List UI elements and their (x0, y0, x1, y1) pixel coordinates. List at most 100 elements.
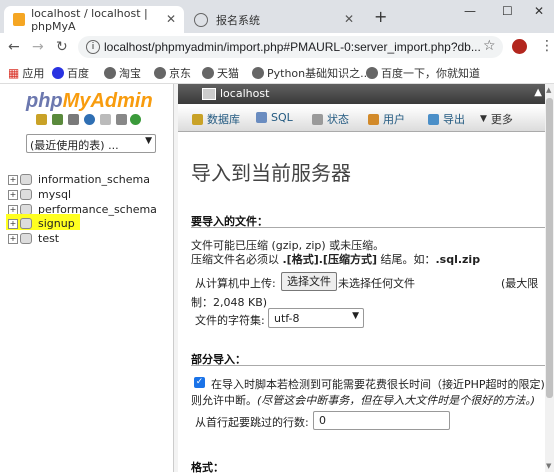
bookmark-python[interactable]: Python基础知识之... (252, 65, 371, 81)
filename-note: 压缩文件名必须以 .[格式].[压缩方式] 结尾。如：.sql.zip (191, 253, 481, 266)
address-bar[interactable]: i localhost/phpmyadmin/import.php#PMAURL… (78, 36, 503, 58)
navigation-panel: phpMyAdmin (最近使用的表) ... ▼ + information_… (0, 84, 173, 472)
upload-label: 从计算机中上传: (195, 277, 276, 290)
globe-icon (252, 67, 264, 79)
bookmarks-bar: ▦ 应用 百度 淘宝 京东 天猫 Python基础知识之... 百度一下，你就知道 (0, 61, 554, 84)
profile-avatar-icon[interactable] (512, 39, 527, 54)
browser-tab[interactable]: 报名系统 ✕ (186, 6, 362, 33)
browser-tab-active[interactable]: localhost / localhost | phpMyA ✕ (4, 6, 184, 33)
globe-icon (104, 67, 116, 79)
close-icon[interactable]: ✕ (166, 12, 176, 26)
skip-rows-input[interactable]: 0 (313, 411, 450, 430)
server-tabs: 数据库 SQL 状态 用户 导出 ▼ 更多 (178, 106, 554, 132)
users-icon (368, 113, 379, 125)
scroll-thumb[interactable] (546, 98, 553, 398)
expand-icon[interactable]: + (8, 174, 18, 185)
database-icon (20, 189, 32, 200)
chevron-down-icon: ▼ (145, 136, 152, 146)
menu-icon[interactable]: ⋮ (540, 38, 554, 54)
reload-icon[interactable]: ↻ (56, 39, 68, 55)
page-title: 导入到当前服务器 (191, 163, 351, 185)
bookmark-star-icon[interactable]: ☆ (483, 38, 496, 54)
bookmark-baidu[interactable]: 百度 (52, 65, 89, 81)
allow-interrupt-checkbox[interactable]: ✓ (194, 377, 205, 388)
db-item-signup[interactable]: + signup (8, 217, 75, 230)
docs-icon[interactable] (100, 114, 111, 125)
bookmark-tmall[interactable]: 天猫 (202, 65, 239, 81)
window-close-icon[interactable]: ✕ (534, 4, 544, 18)
back-icon[interactable]: ← (8, 39, 20, 55)
new-tab-button[interactable]: + (374, 7, 387, 26)
info-icon[interactable]: i (86, 40, 100, 54)
apps-grid-icon: ▦ (8, 66, 20, 80)
db-item-test[interactable]: + test (8, 232, 59, 245)
tab-export[interactable]: 导出 (428, 111, 465, 127)
database-icon (192, 113, 203, 125)
scroll-down-icon[interactable]: ▼ (546, 462, 551, 470)
database-icon (20, 174, 32, 185)
collapse-icon[interactable]: ▲ (534, 87, 542, 98)
chevron-down-icon: ▼ (352, 311, 359, 321)
section-divider (191, 365, 546, 366)
expand-icon[interactable]: + (8, 204, 18, 215)
format-section-heading: 格式： (191, 461, 224, 474)
bookmark-baidu-search[interactable]: 百度一下，你就知道 (366, 65, 480, 81)
home-icon[interactable] (36, 114, 47, 125)
scrollbar[interactable]: ▲ ▼ (545, 84, 554, 472)
query-window-icon[interactable] (68, 114, 79, 125)
skip-rows-label: 从首行起要跳过的行数: (195, 416, 309, 429)
tab-databases[interactable]: 数据库 (192, 111, 240, 127)
globe-icon (154, 67, 166, 79)
tab-status[interactable]: 状态 (312, 111, 349, 127)
minimize-icon[interactable]: — (464, 4, 476, 18)
tab-users[interactable]: 用户 (368, 111, 405, 127)
url-text: localhost/phpmyadmin/import.php#PMAURL-0… (104, 40, 481, 54)
bookmark-taobao[interactable]: 淘宝 (104, 65, 141, 81)
tab-sql[interactable]: SQL (256, 111, 293, 124)
charset-label: 文件的字符集: (195, 314, 265, 327)
baidu-icon (52, 67, 64, 79)
expand-icon[interactable]: + (8, 218, 18, 229)
allow-interrupt-label: 在导入时脚本若检测到可能需要花费很长时间（接近PHP超时的限定) (211, 378, 545, 391)
expand-icon[interactable]: + (8, 189, 18, 200)
reload-icon[interactable] (130, 114, 141, 125)
phpmyadmin-logo[interactable]: phpMyAdmin (26, 90, 153, 113)
globe-icon (202, 67, 214, 79)
charset-select[interactable]: utf-8 ▼ (268, 308, 364, 328)
allow-interrupt-line2: 则允许中断。(尽管这会中断事务，但在导入大文件时是个很好的方法。) (191, 394, 536, 407)
expand-icon[interactable]: + (8, 233, 18, 244)
database-icon (20, 233, 32, 244)
bookmark-apps[interactable]: ▦ 应用 (8, 65, 44, 81)
choose-file-button[interactable]: 选择文件 (281, 272, 337, 291)
browser-tab-strip: localhost / localhost | phpMyA ✕ 报名系统 ✕ … (0, 0, 554, 33)
server-icon (202, 88, 216, 100)
server-breadcrumb-bar: localhost ▲ (178, 84, 554, 104)
globe-icon (366, 67, 378, 79)
help-icon[interactable] (84, 114, 95, 125)
main-panel: localhost ▲ 数据库 SQL 状态 用户 导出 ▼ 更多 导入到当前服务… (178, 84, 554, 474)
settings-icon[interactable] (116, 114, 127, 125)
no-file-text: 未选择任何文件 (338, 277, 415, 290)
server-name[interactable]: localhost (220, 87, 269, 100)
db-item-mysql[interactable]: + mysql (8, 188, 71, 201)
forward-icon[interactable]: → (32, 39, 44, 55)
tab-more[interactable]: ▼ 更多 (480, 111, 513, 127)
chevron-down-icon: ▼ (480, 114, 487, 124)
export-icon (428, 113, 439, 125)
tab-title: 报名系统 (216, 13, 260, 27)
maximize-icon[interactable]: ☐ (502, 4, 513, 18)
max-size-value: 制：2,048 KB) (191, 296, 268, 309)
tab-title: localhost / localhost | phpMyA (31, 6, 148, 33)
close-icon[interactable]: ✕ (344, 12, 354, 26)
scroll-up-icon[interactable]: ▲ (546, 86, 551, 94)
exit-icon[interactable] (52, 114, 63, 125)
navigation-bar: ← → ↻ i localhost/phpmyadmin/import.php#… (0, 33, 554, 61)
bookmark-jd[interactable]: 京东 (154, 65, 191, 81)
recent-tables-select[interactable]: (最近使用的表) ... ▼ (26, 134, 156, 153)
database-icon (20, 218, 32, 229)
pma-favicon-icon (13, 13, 26, 26)
db-item-information-schema[interactable]: + information_schema (8, 173, 150, 186)
globe-icon (194, 12, 208, 27)
section-divider (191, 227, 546, 228)
status-icon (312, 113, 323, 125)
